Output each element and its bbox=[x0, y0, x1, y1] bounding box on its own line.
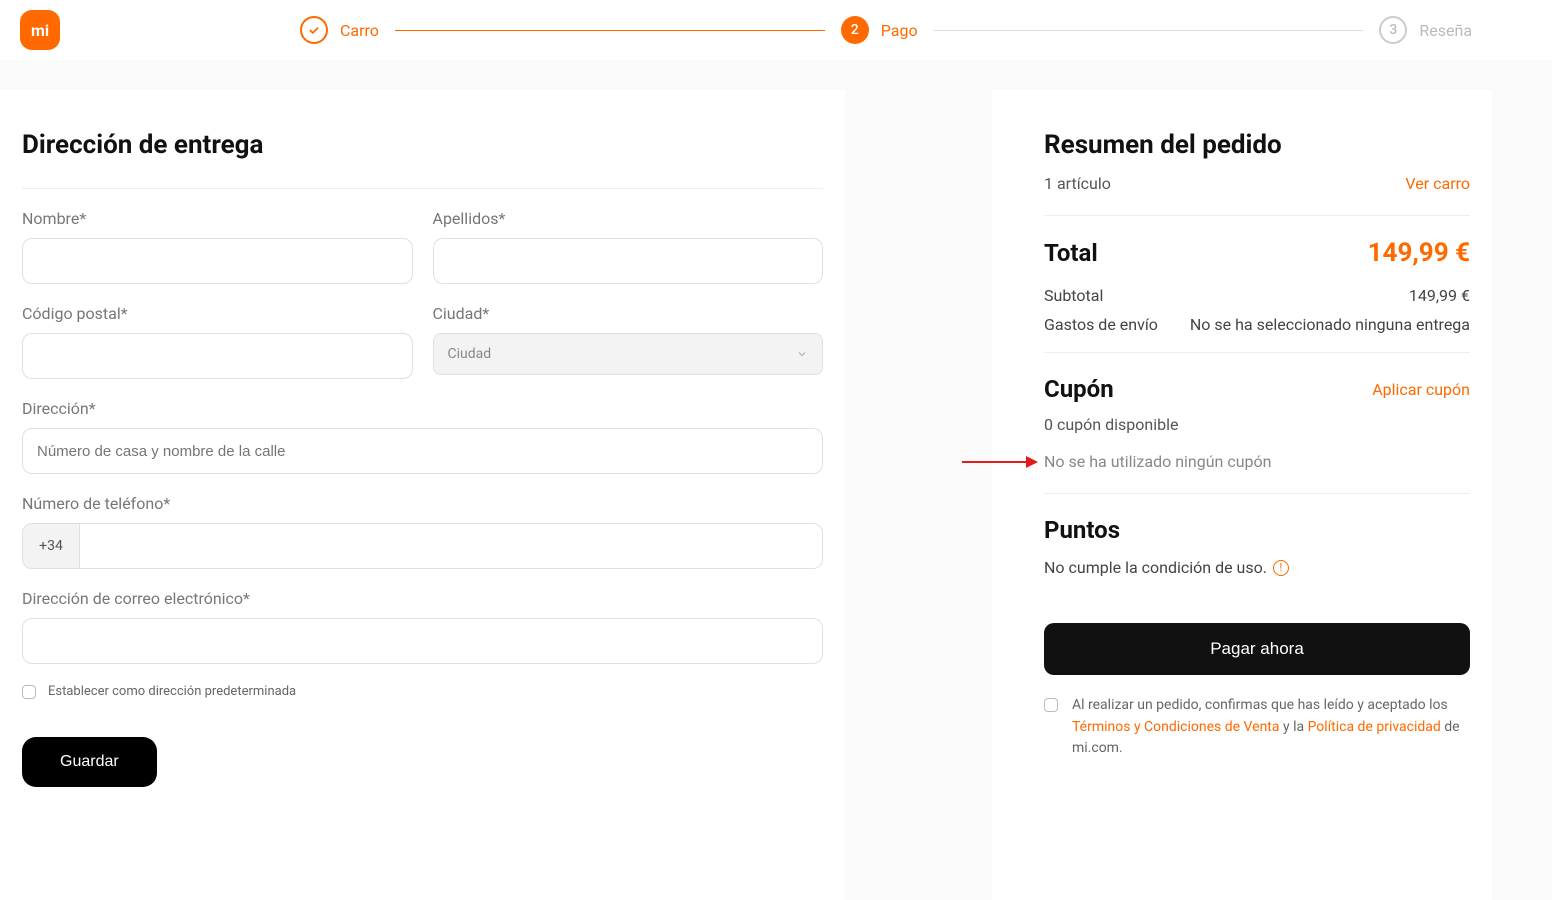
phone-label: Número de teléfono* bbox=[22, 494, 823, 513]
total-label: Total bbox=[1044, 239, 1098, 267]
points-title: Puntos bbox=[1044, 516, 1470, 544]
step-review-num: 3 bbox=[1379, 16, 1407, 44]
subtotal-label: Subtotal bbox=[1044, 286, 1103, 305]
coupon-section: Cupón Aplicar cupón 0 cupón disponible N… bbox=[1044, 353, 1470, 493]
terms-checkbox[interactable] bbox=[1044, 698, 1058, 712]
info-icon[interactable]: ! bbox=[1273, 560, 1289, 576]
email-label: Dirección de correo electrónico* bbox=[22, 589, 823, 608]
terms-row: Al realizar un pedido, confirmas que has… bbox=[1044, 695, 1470, 760]
pay-now-button[interactable]: Pagar ahora bbox=[1044, 623, 1470, 675]
phone-group: Número de teléfono* +34 bbox=[22, 494, 823, 569]
apply-coupon-link[interactable]: Aplicar cupón bbox=[1372, 380, 1470, 399]
points-section: Puntos No cumple la condición de uso. ! bbox=[1044, 494, 1470, 599]
first-name-input[interactable] bbox=[22, 238, 413, 284]
total-value: 149,99 € bbox=[1368, 238, 1470, 268]
check-icon bbox=[300, 16, 328, 44]
view-cart-link[interactable]: Ver carro bbox=[1405, 174, 1470, 193]
address-group: Dirección* bbox=[22, 399, 823, 474]
address-input[interactable] bbox=[22, 428, 823, 474]
terms-link-1[interactable]: Términos y Condiciones de Venta bbox=[1072, 719, 1280, 735]
mi-logo[interactable]: mi bbox=[20, 10, 60, 50]
phone-input[interactable] bbox=[80, 523, 823, 569]
city-label: Ciudad* bbox=[433, 304, 824, 323]
city-select[interactable]: Ciudad bbox=[433, 333, 824, 375]
coupon-available: 0 cupón disponible bbox=[1044, 415, 1470, 434]
divider bbox=[22, 188, 823, 189]
last-name-label: Apellidos* bbox=[433, 209, 824, 228]
city-group: Ciudad* Ciudad bbox=[433, 304, 824, 379]
postal-input[interactable] bbox=[22, 333, 413, 379]
summary-title: Resumen del pedido bbox=[1044, 130, 1470, 160]
step-payment-label: Pago bbox=[881, 21, 918, 40]
chevron-down-icon bbox=[796, 348, 808, 360]
step-review-label: Reseña bbox=[1419, 21, 1472, 40]
email-input[interactable] bbox=[22, 618, 823, 664]
last-name-group: Apellidos* bbox=[433, 209, 824, 284]
connector-1 bbox=[395, 30, 825, 31]
main-content: Dirección de entrega Nombre* Apellidos* … bbox=[0, 60, 1552, 900]
connector-2 bbox=[934, 30, 1364, 31]
phone-prefix: +34 bbox=[22, 523, 80, 569]
delivery-title: Dirección de entrega bbox=[22, 130, 823, 160]
subtotal-value: 149,99 € bbox=[1409, 286, 1470, 305]
postal-label: Código postal* bbox=[22, 304, 413, 323]
city-placeholder: Ciudad bbox=[448, 346, 492, 362]
shipping-label: Gastos de envío bbox=[1044, 315, 1158, 334]
postal-group: Código postal* bbox=[22, 304, 413, 379]
order-summary-panel: Resumen del pedido 1 artículo Ver carro … bbox=[992, 90, 1492, 900]
panel-gap bbox=[845, 90, 855, 900]
items-count: 1 artículo bbox=[1044, 174, 1111, 193]
points-note-text: No cumple la condición de uso. bbox=[1044, 558, 1267, 577]
coupon-none-text: No se ha utilizado ningún cupón bbox=[1044, 452, 1470, 471]
step-payment-num: 2 bbox=[841, 16, 869, 44]
save-button[interactable]: Guardar bbox=[22, 737, 157, 787]
default-address-label: Establecer como dirección predeterminada bbox=[48, 684, 296, 699]
delivery-address-panel: Dirección de entrega Nombre* Apellidos* … bbox=[0, 90, 845, 900]
step-payment[interactable]: 2 Pago bbox=[841, 16, 918, 44]
checkout-header: mi Carro 2 Pago 3 Reseña bbox=[0, 0, 1552, 60]
first-name-group: Nombre* bbox=[22, 209, 413, 284]
shipping-value: No se ha seleccionado ninguna entrega bbox=[1190, 315, 1470, 334]
address-label: Dirección* bbox=[22, 399, 823, 418]
terms-link-2[interactable]: Política de privacidad bbox=[1308, 719, 1441, 735]
first-name-label: Nombre* bbox=[22, 209, 413, 228]
logo-text: mi bbox=[31, 21, 49, 40]
step-cart-label: Carro bbox=[340, 21, 379, 40]
divider bbox=[1044, 215, 1470, 216]
step-cart[interactable]: Carro bbox=[300, 16, 379, 44]
terms-mid: y la bbox=[1280, 719, 1308, 735]
last-name-input[interactable] bbox=[433, 238, 824, 284]
terms-pre: Al realizar un pedido, confirmas que has… bbox=[1072, 697, 1448, 713]
email-group: Dirección de correo electrónico* bbox=[22, 589, 823, 664]
checkout-progress: Carro 2 Pago 3 Reseña bbox=[300, 16, 1472, 44]
terms-text: Al realizar un pedido, confirmas que has… bbox=[1072, 695, 1470, 760]
default-address-checkbox[interactable] bbox=[22, 685, 36, 699]
default-address-row[interactable]: Establecer como dirección predeterminada bbox=[22, 684, 823, 699]
coupon-title: Cupón bbox=[1044, 375, 1114, 403]
step-review[interactable]: 3 Reseña bbox=[1379, 16, 1472, 44]
annotation-arrow-icon bbox=[962, 453, 1038, 471]
